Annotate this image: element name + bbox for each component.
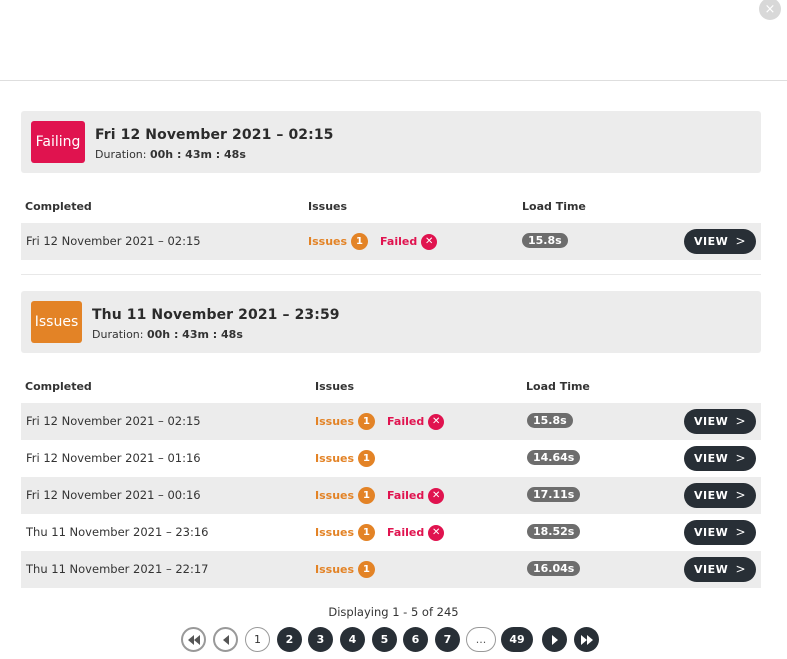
load-time-badge: 14.64s (527, 450, 581, 465)
load-time-badge: 15.8s (527, 413, 573, 428)
chevron-right-icon: > (735, 525, 746, 539)
run-title: Fri 12 November 2021 – 02:15 (95, 127, 334, 143)
first-page-icon[interactable] (181, 627, 206, 652)
pagination: 1 2 3 4 5 6 7 ... 49 (0, 627, 787, 652)
column-header-issues: Issues (308, 200, 348, 213)
run-history-modal: × Failing Fri 12 November 2021 – 02:15 D… (0, 0, 787, 659)
load-time-badge: 17.11s (527, 487, 581, 502)
issues-count-badge: 1 (358, 450, 376, 467)
issues-label: Issues (315, 415, 355, 428)
completed-time: Fri 12 November 2021 – 00:16 (26, 488, 201, 502)
load-time-badge: 15.8s (522, 233, 568, 248)
load-time-badge: 16.04s (527, 561, 581, 576)
view-button-label: VIEW (694, 235, 729, 248)
status-badge: Issues (31, 301, 82, 343)
view-button-label: VIEW (694, 452, 729, 465)
page-button-7[interactable]: 7 (435, 627, 460, 652)
load-time-badge: 18.52s (527, 524, 581, 539)
issues-label: Issues (315, 489, 355, 502)
column-header-load-time: Load Time (526, 380, 590, 393)
column-header-completed: Completed (25, 380, 92, 393)
view-button-label: VIEW (694, 415, 729, 428)
pagination-info: Displaying 1 - 5 of 245 (328, 605, 459, 619)
table-row: Thu 11 November 2021 – 23:16 Issues 1 Fa… (21, 514, 761, 551)
failed-x-icon: ✕ (428, 524, 445, 541)
view-button-label: VIEW (694, 563, 729, 576)
view-button[interactable]: VIEW > (684, 557, 756, 582)
status-badge: Failing (31, 121, 85, 163)
page-ellipsis: ... (466, 627, 496, 652)
table-row: Thu 11 November 2021 – 22:17 Issues 1 16… (21, 551, 761, 588)
chevron-right-icon: > (735, 488, 746, 502)
view-button[interactable]: VIEW > (684, 483, 756, 508)
completed-time: Thu 11 November 2021 – 23:16 (26, 525, 209, 539)
column-header-load-time: Load Time (522, 200, 586, 213)
issues-label: Issues (315, 563, 355, 576)
issues-count-badge: 1 (358, 413, 376, 430)
failed-x-icon: ✕ (428, 413, 445, 430)
page-button-3[interactable]: 3 (308, 627, 333, 652)
issues-count-badge: 1 (358, 487, 376, 504)
page-button-6[interactable]: 6 (403, 627, 428, 652)
failed-label: Failed (380, 235, 418, 248)
issues-label: Issues (308, 235, 348, 248)
last-page-icon[interactable] (574, 627, 599, 652)
table-row: Fri 12 November 2021 – 02:15 Issues 1 Fa… (21, 403, 761, 440)
duration-label: Duration: (92, 328, 144, 341)
run-group-header: Failing Fri 12 November 2021 – 02:15 Dur… (21, 111, 761, 173)
failed-label: Failed (387, 415, 425, 428)
view-button[interactable]: VIEW > (684, 409, 756, 434)
failed-label: Failed (387, 526, 425, 539)
duration-value: 00h : 43m : 48s (146, 328, 243, 341)
duration-label: Duration: (95, 148, 147, 161)
page-button-4[interactable]: 4 (340, 627, 365, 652)
chevron-right-icon: > (735, 451, 746, 465)
view-button-label: VIEW (694, 489, 729, 502)
failed-x-icon: ✕ (428, 487, 445, 504)
table-row: Fri 12 November 2021 – 01:16 Issues 1 14… (21, 440, 761, 477)
page-button-2[interactable]: 2 (277, 627, 302, 652)
next-page-icon[interactable] (542, 627, 567, 652)
view-button[interactable]: VIEW > (684, 446, 756, 471)
failed-label: Failed (387, 489, 425, 502)
completed-time: Fri 12 November 2021 – 01:16 (26, 451, 201, 465)
run-duration: Duration: 00h : 43m : 48s (92, 328, 243, 341)
column-header-completed: Completed (25, 200, 92, 213)
duration-value: 00h : 43m : 48s (149, 148, 246, 161)
chevron-right-icon: > (735, 562, 746, 576)
issues-cell: Issues 1 Failed ✕ (315, 413, 445, 430)
run-title: Thu 11 November 2021 – 23:59 (92, 307, 340, 323)
prev-page-icon[interactable] (213, 627, 238, 652)
issues-cell: Issues 1 (315, 561, 376, 578)
run-duration: Duration: 00h : 43m : 48s (95, 148, 246, 161)
group-divider (21, 274, 761, 275)
issues-cell: Issues 1 Failed ✕ (315, 487, 445, 504)
run-group-header: Issues Thu 11 November 2021 – 23:59 Dura… (21, 291, 761, 353)
chevron-right-icon: > (735, 234, 746, 248)
header-divider (0, 80, 787, 81)
view-button[interactable]: VIEW > (684, 520, 756, 545)
completed-time: Fri 12 November 2021 – 02:15 (26, 414, 201, 428)
issues-count-badge: 1 (358, 561, 376, 578)
chevron-right-icon: > (735, 414, 746, 428)
page-button-1[interactable]: 1 (245, 627, 270, 652)
table-row: Fri 12 November 2021 – 02:15 Issues 1 Fa… (21, 223, 761, 260)
view-button[interactable]: VIEW > (684, 229, 756, 254)
table-row: Fri 12 November 2021 – 00:16 Issues 1 Fa… (21, 477, 761, 514)
issues-cell: Issues 1 Failed ✕ (308, 233, 438, 250)
completed-time: Thu 11 November 2021 – 22:17 (26, 562, 209, 576)
issues-count-badge: 1 (351, 233, 369, 250)
view-button-label: VIEW (694, 526, 729, 539)
issues-count-badge: 1 (358, 524, 376, 541)
close-icon[interactable]: × (759, 0, 781, 20)
page-button-5[interactable]: 5 (372, 627, 397, 652)
page-button-49[interactable]: 49 (501, 627, 533, 652)
failed-x-icon: ✕ (421, 233, 438, 250)
issues-label: Issues (315, 526, 355, 539)
column-header-issues: Issues (315, 380, 355, 393)
completed-time: Fri 12 November 2021 – 02:15 (26, 234, 201, 248)
issues-label: Issues (315, 452, 355, 465)
issues-cell: Issues 1 (315, 450, 376, 467)
issues-cell: Issues 1 Failed ✕ (315, 524, 445, 541)
